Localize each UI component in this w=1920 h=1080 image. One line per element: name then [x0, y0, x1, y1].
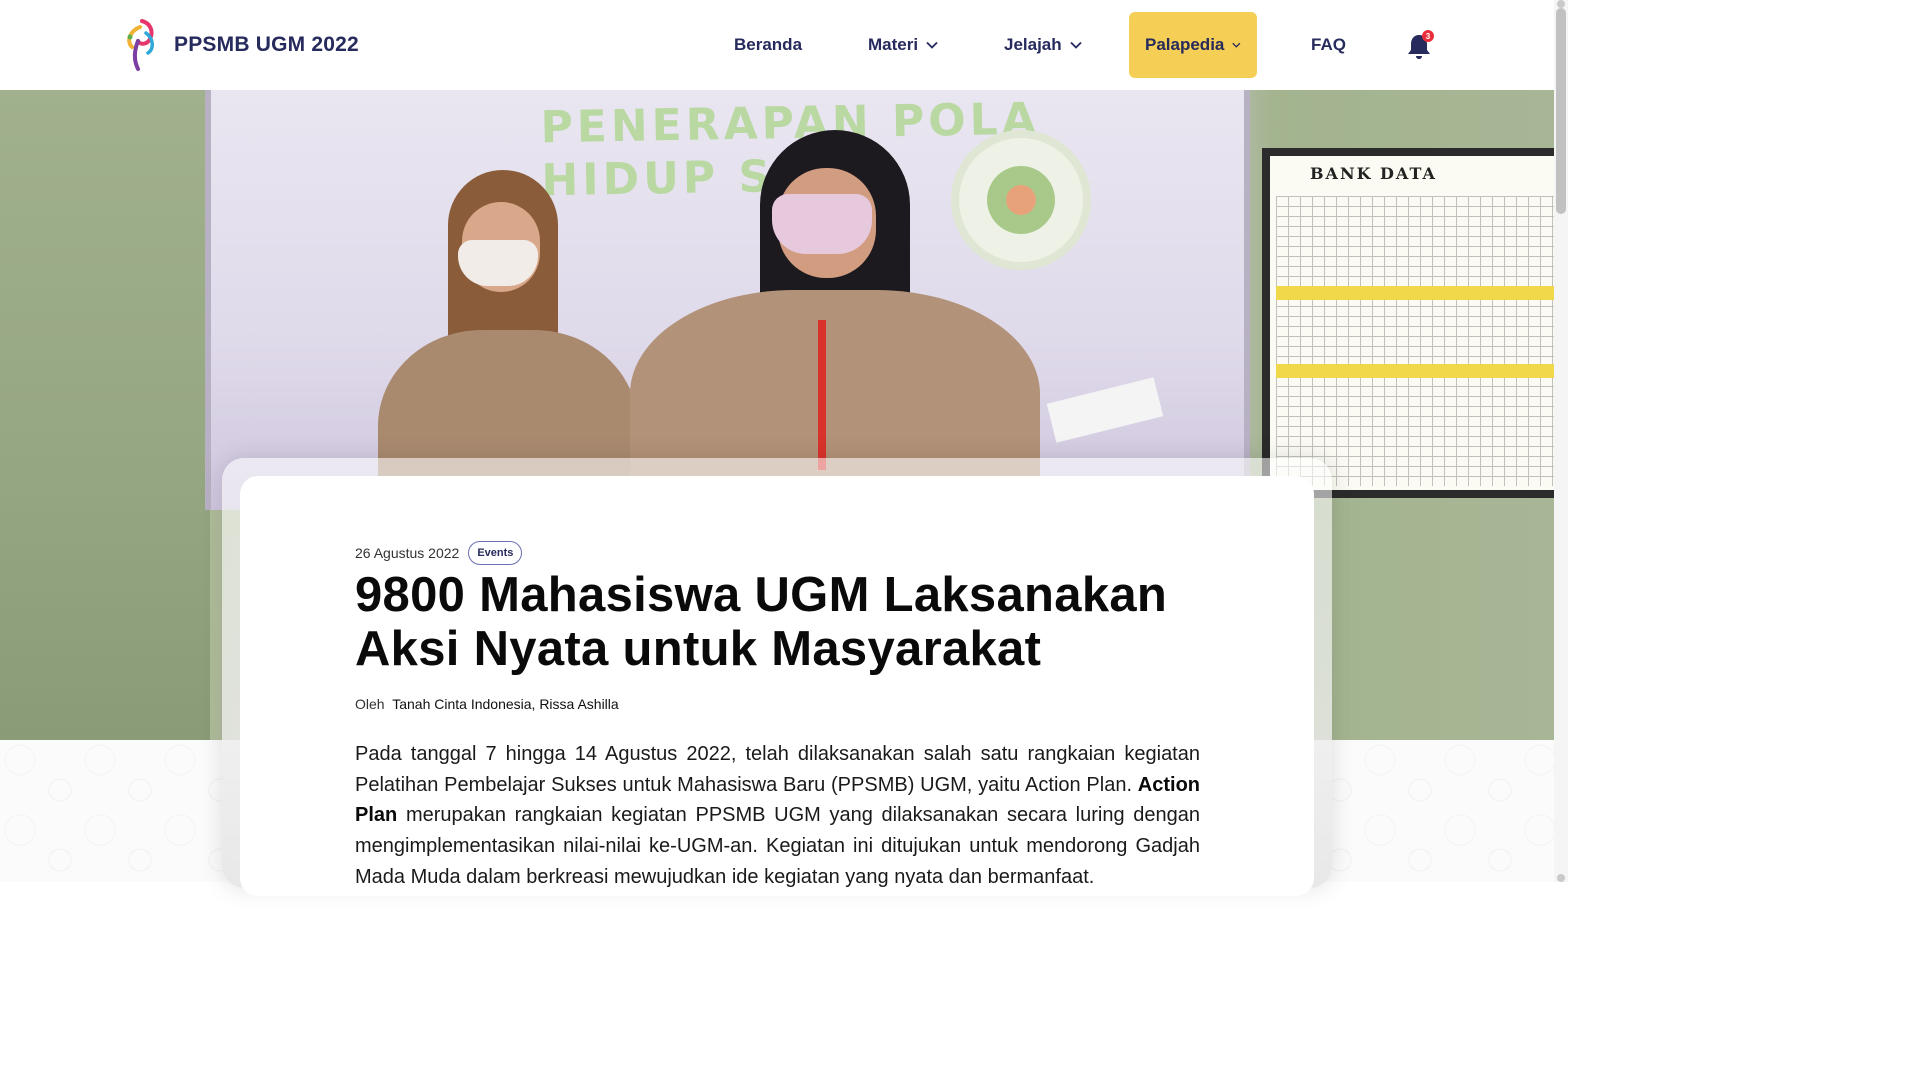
- nav-label: Materi: [868, 35, 919, 54]
- notification-count-badge: 3: [1422, 30, 1434, 42]
- nav-faq[interactable]: FAQ: [1311, 12, 1346, 78]
- nav-materi-dropdown[interactable]: Materi: [868, 12, 938, 78]
- nav-beranda[interactable]: Beranda: [734, 12, 802, 78]
- category-tag[interactable]: Events: [468, 541, 523, 565]
- hero-wall: [0, 90, 210, 740]
- body-intro: Pada tanggal 7 hingga 14 Agustus 2022, t…: [355, 743, 1200, 796]
- page-scrollbar[interactable]: [1554, 0, 1568, 882]
- notification-bell-button[interactable]: 3: [1406, 30, 1434, 60]
- presenter-right-mask: [772, 194, 872, 254]
- screen-food-plate: [951, 130, 1091, 270]
- nav-label: Jelajah: [1004, 35, 1062, 54]
- board-stripe: [1276, 286, 1554, 300]
- nav-label: FAQ: [1311, 35, 1346, 54]
- article-body: Pada tanggal 7 hingga 14 Agustus 2022, t…: [355, 739, 1200, 893]
- article-date: 26 Agustus 2022: [355, 545, 460, 561]
- data-board: BANK DATA: [1262, 148, 1554, 498]
- board-title: BANK DATA: [1310, 164, 1437, 183]
- byline-prefix: Oleh: [355, 696, 385, 712]
- presenter-left-mask: [458, 240, 538, 286]
- board-stripe: [1276, 364, 1554, 378]
- nav-label: Palapedia: [1145, 35, 1225, 54]
- scroll-up-icon[interactable]: [1557, 0, 1565, 8]
- scrollbar-thumb[interactable]: [1556, 8, 1566, 214]
- nav-label: Beranda: [734, 35, 803, 54]
- chevron-down-icon: [926, 41, 938, 49]
- nav-jelajah-dropdown[interactable]: Jelajah: [1004, 12, 1082, 78]
- article-byline: Oleh Tanah Cinta Indonesia, Rissa Ashill…: [355, 696, 619, 712]
- presenter-lanyard: [818, 320, 826, 470]
- article-meta: 26 Agustus 2022 Events: [355, 541, 523, 565]
- article-title: 9800 Mahasiswa UGM Laksanakan Aksi Nyata…: [355, 568, 1168, 676]
- board-grid: [1276, 196, 1554, 486]
- byline-authors: Tanah Cinta Indonesia, Rissa Ashilla: [392, 696, 619, 712]
- body-rest: merupakan rangkaian kegiatan PPSMB UGM y…: [355, 804, 1200, 888]
- nav-palapedia-dropdown[interactable]: Palapedia: [1129, 12, 1257, 78]
- chevron-down-icon: [1232, 42, 1241, 48]
- top-navbar: PPSMB UGM 2022 Beranda Materi Jelajah Pa…: [0, 0, 1554, 90]
- scroll-down-icon[interactable]: [1557, 874, 1565, 882]
- brand-name: PPSMB UGM 2022: [174, 33, 359, 56]
- brand-home-link[interactable]: PPSMB UGM 2022: [120, 16, 359, 74]
- chevron-down-icon: [1070, 41, 1082, 49]
- ppsmb-logo-icon: [127, 19, 154, 71]
